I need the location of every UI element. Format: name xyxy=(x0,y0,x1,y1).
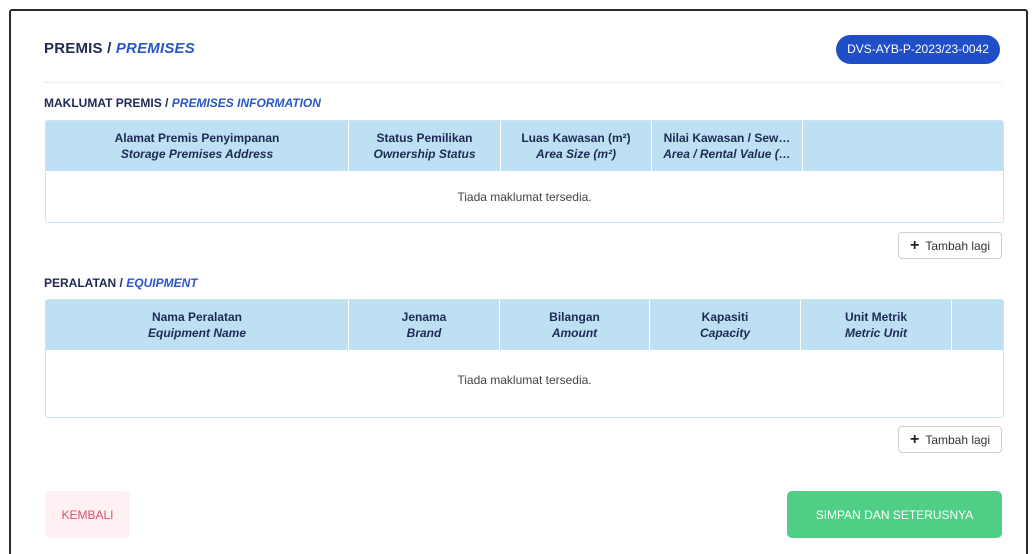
equipment-col-amount[interactable]: Bilangan Amount xyxy=(500,300,650,350)
equipment-table-header: Nama Peralatan Equipment Name Jenama Bra… xyxy=(46,300,1003,350)
equipment-empty-message: Tiada maklumat tersedia. xyxy=(457,372,592,387)
premises-col-rental-value-ms: Nilai Kawasan / Sew… xyxy=(663,131,791,145)
equipment-add-button[interactable]: + Tambah lagi xyxy=(898,426,1002,453)
equipment-col-capacity-ms: Kapasiti xyxy=(701,310,749,324)
premises-table-header: Alamat Premis Penyimpanan Storage Premis… xyxy=(46,121,1003,171)
equipment-col-brand[interactable]: Jenama Brand xyxy=(349,300,500,350)
page-title-separator: / xyxy=(102,40,116,57)
equipment-table: Nama Peralatan Equipment Name Jenama Bra… xyxy=(45,299,1004,418)
premises-col-rental-value[interactable]: Nilai Kawasan / Sew… Area / Rental Value… xyxy=(652,121,803,171)
premises-col-actions xyxy=(803,121,1003,171)
premises-col-address-ms: Alamat Premis Penyimpanan xyxy=(114,131,280,145)
plus-icon: + xyxy=(909,236,920,254)
equipment-col-metric-unit-ms: Unit Metrik xyxy=(844,310,907,324)
premises-col-address[interactable]: Alamat Premis Penyimpanan Storage Premis… xyxy=(46,121,349,171)
premises-add-label: Tambah lagi xyxy=(925,238,991,253)
equipment-col-name-en: Equipment Name xyxy=(147,326,246,340)
page-title-ms: PREMIS xyxy=(44,40,103,57)
premises-empty-message: Tiada maklumat tersedia. xyxy=(457,189,592,204)
save-and-continue-button[interactable]: SIMPAN DAN SETERUSNYA xyxy=(787,491,1002,538)
premises-add-button[interactable]: + Tambah lagi xyxy=(898,232,1002,259)
equipment-col-brand-ms: Jenama xyxy=(401,310,447,324)
equipment-title-en: EQUIPMENT xyxy=(126,276,198,290)
reference-number-badge: DVS-AYB-P-2023/23-0042 xyxy=(836,35,1000,64)
premises-col-address-en: Storage Premises Address xyxy=(120,147,274,161)
premises-title-separator: / xyxy=(161,96,172,110)
equipment-col-amount-en: Amount xyxy=(551,326,598,340)
equipment-add-label: Tambah lagi xyxy=(925,432,991,447)
header-divider xyxy=(44,82,1002,83)
equipment-col-name[interactable]: Nama Peralatan Equipment Name xyxy=(46,300,349,350)
premises-table: Alamat Premis Penyimpanan Storage Premis… xyxy=(45,120,1004,223)
equipment-col-capacity[interactable]: Kapasiti Capacity xyxy=(650,300,801,350)
premises-col-area-size[interactable]: Luas Kawasan (m²) Area Size (m²) xyxy=(501,121,652,171)
equipment-section-title: PERALATAN / EQUIPMENT xyxy=(44,276,198,290)
plus-icon: + xyxy=(909,430,920,448)
premises-title-ms: MAKLUMAT PREMIS xyxy=(44,96,162,110)
equipment-col-capacity-en: Capacity xyxy=(699,326,751,340)
equipment-col-metric-unit[interactable]: Unit Metrik Metric Unit xyxy=(801,300,952,350)
premises-col-area-size-ms: Luas Kawasan (m²) xyxy=(521,131,631,145)
equipment-col-brand-en: Brand xyxy=(406,326,442,340)
equipment-col-metric-unit-en: Metric Unit xyxy=(844,326,907,340)
equipment-col-amount-ms: Bilangan xyxy=(549,310,600,324)
premises-col-rental-value-en: Area / Rental Value (… xyxy=(663,147,791,161)
page-title-en: PREMISES xyxy=(115,40,195,57)
premises-col-ownership-ms: Status Pemilikan xyxy=(376,131,473,145)
equipment-title-ms: PERALATAN xyxy=(44,276,117,290)
equipment-col-actions xyxy=(952,300,1003,350)
page-title: PREMIS / PREMISES xyxy=(44,40,195,57)
premises-col-area-size-en: Area Size (m²) xyxy=(535,147,617,161)
equipment-col-name-ms: Nama Peralatan xyxy=(151,310,243,324)
premises-title-en: PREMISES INFORMATION xyxy=(171,96,321,110)
equipment-title-separator: / xyxy=(116,276,127,290)
premises-section-title: MAKLUMAT PREMIS / PREMISES INFORMATION xyxy=(44,96,321,110)
back-button[interactable]: KEMBALI xyxy=(45,491,130,538)
premises-col-ownership-en: Ownership Status xyxy=(373,147,476,161)
premises-col-ownership[interactable]: Status Pemilikan Ownership Status xyxy=(349,121,501,171)
